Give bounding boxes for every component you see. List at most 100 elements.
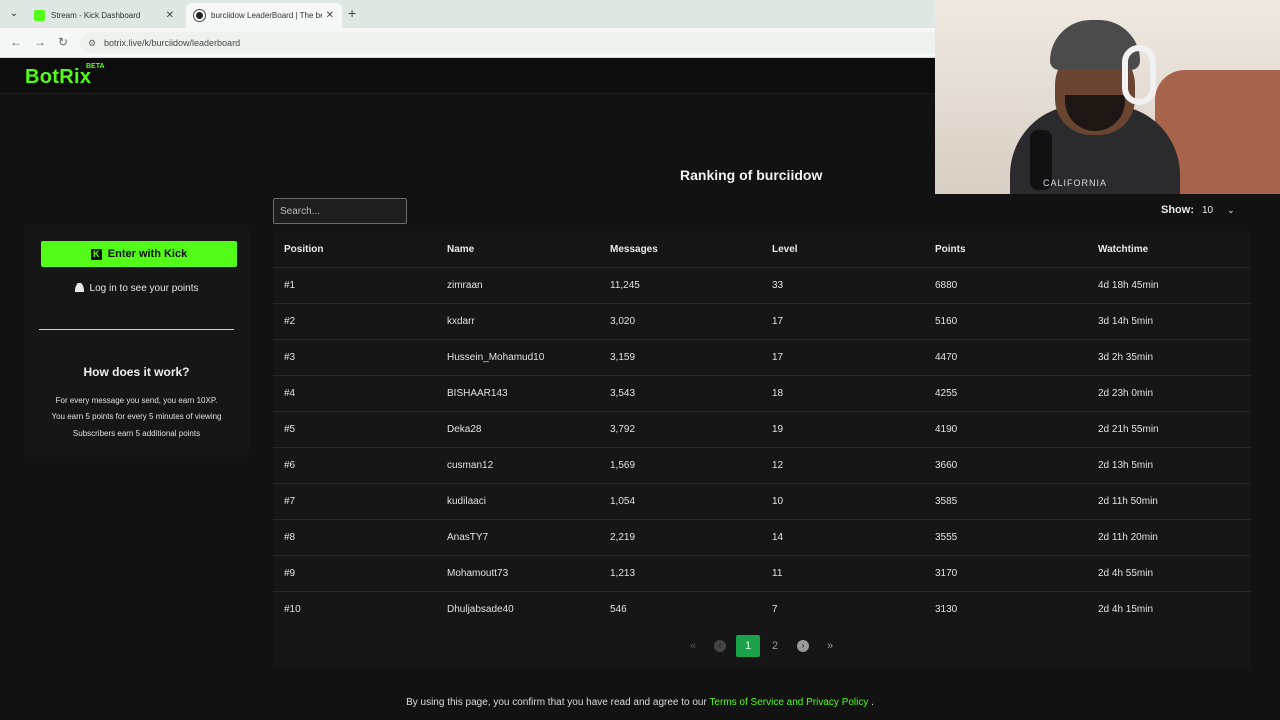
- cell-watchtime: 3d 14h 5min: [1098, 316, 1154, 327]
- login-text: Log in to see your points: [89, 283, 199, 294]
- shirt-print: CALIFORNIA: [1043, 178, 1108, 188]
- column-header-name[interactable]: Name: [447, 244, 474, 255]
- cell-level: 19: [772, 424, 784, 435]
- tab-title: Stream - Kick Dashboard: [51, 11, 141, 20]
- cell-points: 4255: [935, 388, 958, 399]
- cell-position: #6: [284, 460, 296, 471]
- user-icon: [74, 283, 84, 292]
- cell-name[interactable]: Mohamoutt73: [447, 568, 508, 579]
- cell-messages: 1,569: [610, 460, 636, 471]
- cell-name[interactable]: kxdarr: [447, 316, 475, 327]
- browser-tab-leaderboard[interactable]: burciidow LeaderBoard | The be ✕: [186, 3, 342, 28]
- cell-watchtime: 2d 4h 55min: [1098, 568, 1154, 579]
- headset: [1122, 45, 1156, 105]
- back-arrow-icon[interactable]: ←: [10, 35, 22, 49]
- divider: [39, 329, 234, 330]
- cell-name[interactable]: cusman12: [447, 460, 493, 471]
- column-header-level[interactable]: Level: [772, 244, 798, 255]
- table-header: Position Name Messages Level Points Watc…: [273, 231, 1251, 267]
- table-row: #3 Hussein_Mohamud10 3,159 17 4470 3d 2h 35mi…: [273, 339, 1251, 375]
- cell-messages: 546: [610, 604, 627, 615]
- table-row: #2 kxdarr 3,020 17 5160 3d 14h 5min: [273, 303, 1251, 339]
- cell-points: 4470: [935, 352, 958, 363]
- cell-watchtime: 2d 21h 55min: [1098, 424, 1159, 435]
- column-header-points[interactable]: Points: [935, 244, 966, 255]
- table-row: #7 kudilaaci 1,054 10 3585 2d 11h 50min: [273, 483, 1251, 519]
- login-link[interactable]: Log in to see your points: [24, 283, 249, 294]
- cell-messages: 3,020: [610, 316, 636, 327]
- page-size-control: Show: 10 ⌄: [1161, 204, 1235, 216]
- cell-name[interactable]: zimraan: [447, 280, 483, 291]
- kick-favicon-icon: [34, 10, 45, 21]
- reload-icon[interactable]: ↻: [58, 35, 68, 49]
- kick-logo-icon: K: [90, 248, 102, 260]
- table-row: #8 AnasTY7 2,219 14 3555 2d 11h 20min: [273, 519, 1251, 555]
- cell-position: #8: [284, 532, 296, 543]
- browser-tab-kick-dashboard[interactable]: Stream - Kick Dashboard ✕: [26, 3, 182, 28]
- new-tab-plus-icon[interactable]: +: [348, 5, 356, 21]
- cell-watchtime: 2d 11h 50min: [1098, 496, 1158, 507]
- cell-points: 3585: [935, 496, 958, 507]
- column-header-messages[interactable]: Messages: [610, 244, 658, 255]
- page-size-select[interactable]: 10 ⌄: [1202, 205, 1235, 216]
- prev-page-icon[interactable]: ‹: [708, 635, 732, 657]
- cell-position: #7: [284, 496, 296, 507]
- footer: By using this page, you confirm that you…: [0, 697, 1280, 708]
- page-button-2[interactable]: 2: [763, 635, 787, 657]
- leaderboard-table: Position Name Messages Level Points Watc…: [273, 231, 1251, 667]
- cell-name[interactable]: Hussein_Mohamud10: [447, 352, 544, 363]
- cell-watchtime: 2d 13h 5min: [1098, 460, 1154, 471]
- table-row: #5 Deka28 3,792 19 4190 2d 21h 55min: [273, 411, 1251, 447]
- cell-points: 6880: [935, 280, 958, 291]
- cell-level: 11: [772, 568, 783, 579]
- how-line: For every message you send, you earn 10X…: [55, 396, 218, 405]
- first-page-icon[interactable]: «: [681, 635, 705, 657]
- table-row: #10 Dhuljabsade40 546 7 3130 2d 4h 15min: [273, 591, 1251, 627]
- cell-points: 3555: [935, 532, 958, 543]
- last-page-icon[interactable]: »: [818, 635, 842, 657]
- cell-level: 17: [772, 316, 784, 327]
- cell-messages: 1,054: [610, 496, 636, 507]
- cell-name[interactable]: BISHAAR143: [447, 388, 508, 399]
- cell-position: #1: [284, 280, 296, 291]
- botrix-logo[interactable]: BotRix: [25, 66, 91, 89]
- cell-name[interactable]: Deka28: [447, 424, 481, 435]
- cell-watchtime: 2d 4h 15min: [1098, 604, 1154, 615]
- cell-position: #9: [284, 568, 296, 579]
- page-size-value: 10: [1202, 204, 1214, 216]
- forward-arrow-icon[interactable]: →: [34, 35, 46, 49]
- column-header-position[interactable]: Position: [284, 244, 323, 255]
- cell-level: 12: [772, 460, 784, 471]
- cell-level: 33: [772, 280, 784, 291]
- table-row: #4 BISHAAR143 3,543 18 4255 2d 23h 0min: [273, 375, 1251, 411]
- cell-name[interactable]: kudilaaci: [447, 496, 486, 507]
- tab-close-icon[interactable]: ✕: [326, 10, 334, 21]
- how-line: Subscribers earn 5 additional points: [72, 429, 201, 438]
- cell-watchtime: 2d 23h 0min: [1098, 388, 1154, 399]
- cell-watchtime: 3d 2h 35min: [1098, 352, 1154, 363]
- cell-messages: 11,245: [610, 280, 640, 291]
- cell-name[interactable]: AnasTY7: [447, 532, 488, 543]
- login-panel: K Enter with Kick Log in to see your poi…: [24, 224, 249, 457]
- tab-close-icon[interactable]: ✕: [166, 10, 174, 21]
- cell-level: 17: [772, 352, 784, 363]
- cell-name[interactable]: Dhuljabsade40: [447, 604, 514, 615]
- cell-messages: 3,543: [610, 388, 636, 399]
- cell-points: 5160: [935, 316, 958, 327]
- streamer-figure: [1010, 20, 1180, 194]
- search-input[interactable]: [273, 198, 407, 224]
- page-button-1[interactable]: 1: [736, 635, 760, 657]
- chevron-down-icon: ⌄: [1227, 204, 1235, 215]
- cell-points: 3660: [935, 460, 958, 471]
- terms-link[interactable]: Terms of Service and Privacy Policy: [709, 697, 868, 708]
- cell-points: 3170: [935, 568, 958, 579]
- cell-watchtime: 4d 18h 45min: [1098, 280, 1159, 291]
- enter-with-kick-button[interactable]: K Enter with Kick: [41, 241, 237, 267]
- next-page-icon[interactable]: ›: [791, 635, 815, 657]
- tab-search-chevron-icon[interactable]: ⌄: [6, 6, 22, 22]
- site-info-icon[interactable]: ⚙: [88, 38, 98, 49]
- table-row: #6 cusman12 1,569 12 3660 2d 13h 5min: [273, 447, 1251, 483]
- column-header-watchtime[interactable]: Watchtime: [1098, 244, 1148, 255]
- url-input[interactable]: ⚙ botrix.live/k/burciidow/leaderboard: [80, 32, 940, 54]
- cell-messages: 3,792: [610, 424, 636, 435]
